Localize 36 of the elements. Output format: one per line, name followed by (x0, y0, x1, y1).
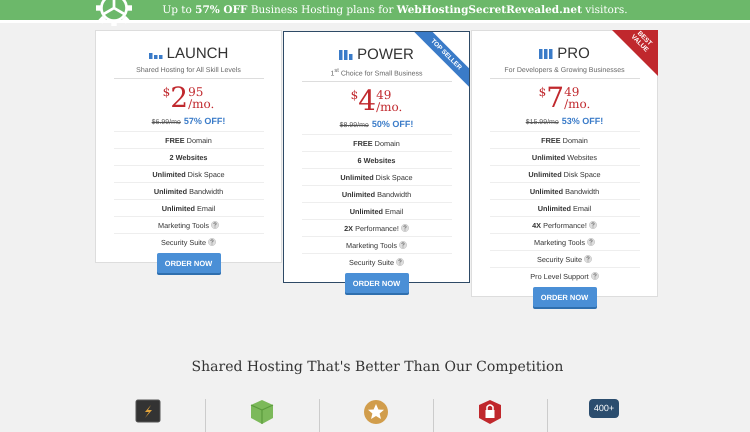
price-whole: 7 (546, 83, 564, 113)
help-icon[interactable] (586, 238, 595, 246)
price-whole: 4 (358, 86, 376, 116)
price-period: /mo. (564, 98, 590, 110)
discount-text: 57% OFF! (184, 116, 226, 126)
price-period: /mo. (188, 98, 214, 110)
currency-sign: $ (162, 85, 170, 99)
package-icon (250, 399, 274, 425)
bars-icon (339, 50, 354, 60)
help-icon[interactable] (400, 224, 409, 232)
help-icon[interactable] (584, 255, 592, 263)
discount-text: 53% OFF! (562, 116, 604, 126)
price-whole: 2 (170, 83, 188, 113)
help-icon[interactable] (588, 221, 597, 229)
lightning-drive-icon (135, 399, 161, 423)
star-badge-icon (363, 399, 389, 425)
bars-icon (539, 48, 554, 58)
help-icon[interactable] (396, 258, 404, 266)
help-icon[interactable] (208, 238, 216, 246)
section-heading: Shared Hosting That's Better Than Our Competition (190, 359, 564, 375)
price-cents: 49 (376, 89, 392, 102)
price-cents: 49 (564, 86, 580, 98)
padlock-box-icon (478, 399, 502, 425)
currency-sign: $ (538, 85, 546, 99)
discount-text: 50% OFF! (372, 119, 414, 130)
plan-name: POWER (357, 46, 414, 63)
promo-text: Up to 57% OFF Business Hosting plans for WebHostingSecretRevealed.net visitors. (162, 4, 628, 16)
currency-sign: $ (350, 88, 358, 102)
plan-name: LAUNCH (166, 45, 228, 62)
help-icon[interactable] (398, 241, 407, 250)
plan-name: PRO (557, 45, 590, 62)
price-period: /mo. (376, 101, 402, 114)
help-icon[interactable] (210, 221, 219, 229)
count-badge: 400+ (588, 399, 620, 418)
help-icon[interactable] (590, 272, 599, 280)
price-cents: 95 (188, 86, 204, 98)
